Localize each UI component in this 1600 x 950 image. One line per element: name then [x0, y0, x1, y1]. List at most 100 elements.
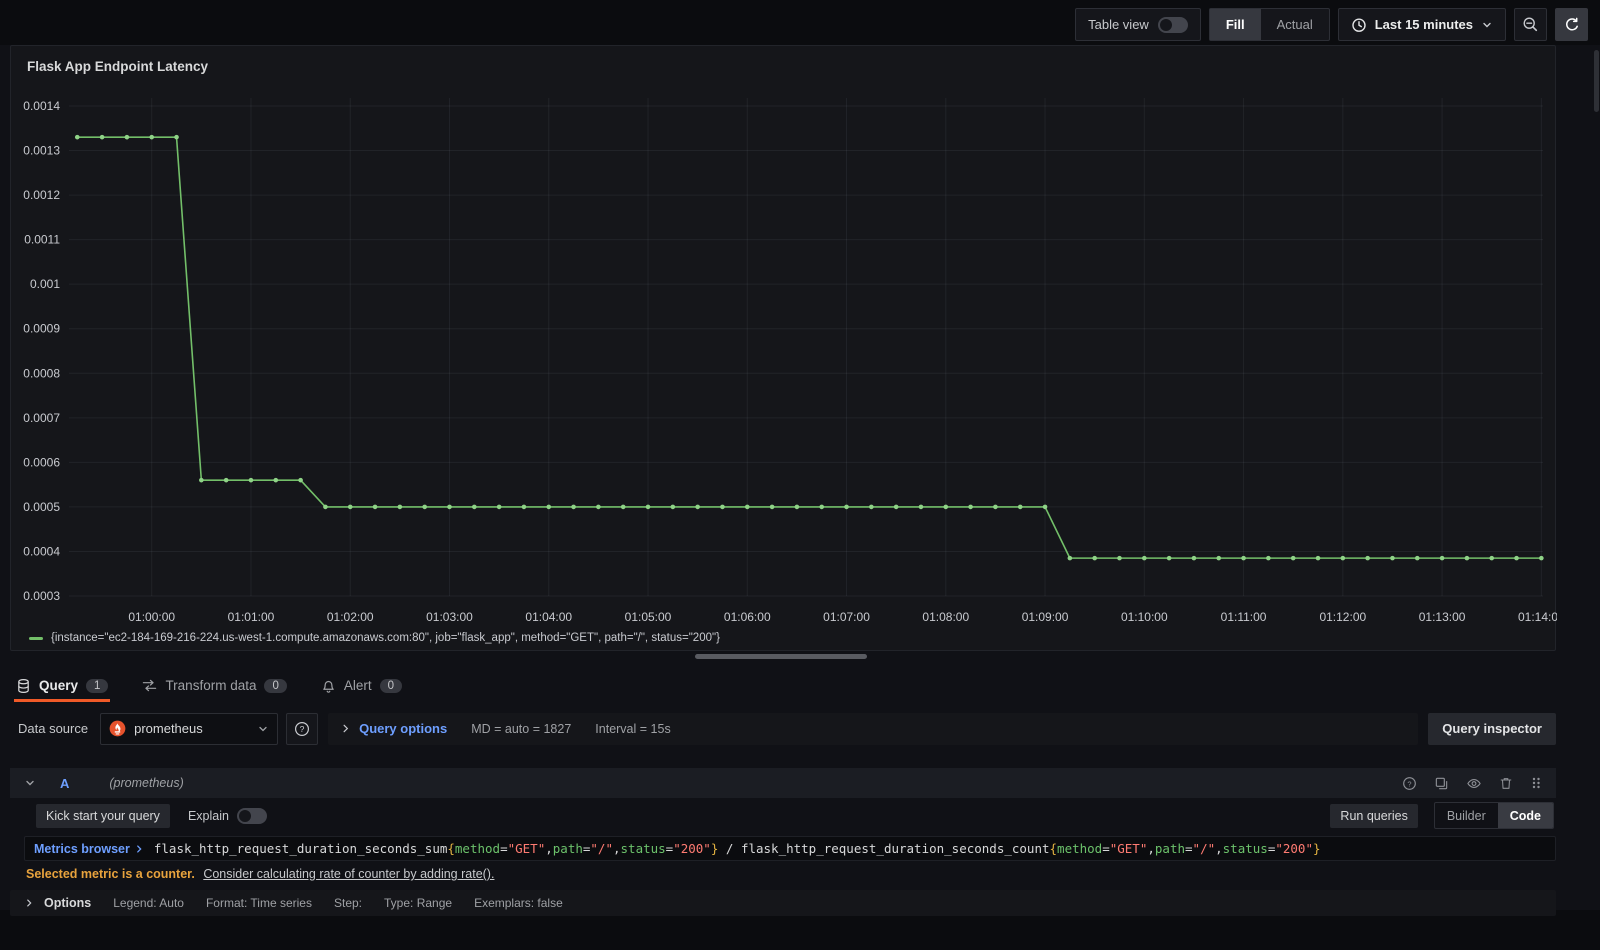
- builder-button[interactable]: Builder: [1435, 803, 1498, 828]
- svg-text:0.0012: 0.0012: [23, 188, 60, 202]
- datasource-help-button[interactable]: ?: [286, 712, 319, 745]
- actual-button[interactable]: Actual: [1261, 9, 1329, 40]
- prometheus-logo-icon: [109, 720, 126, 737]
- metrics-browser-label: Metrics browser: [34, 841, 130, 856]
- query-inspector-button[interactable]: Query inspector: [1428, 712, 1556, 745]
- query-ref-id: A: [60, 775, 70, 791]
- latency-chart: 0.0014 0.0013 0.0012 0.0011 0.001 0.0009 0.000…: [23, 98, 1557, 624]
- query-help-icon[interactable]: ?: [1402, 776, 1417, 791]
- chevron-down-icon: [257, 723, 269, 735]
- svg-text:01:13:00: 01:13:00: [1419, 610, 1466, 624]
- svg-text:0.0014: 0.0014: [23, 99, 60, 113]
- table-view-toggle[interactable]: [1157, 16, 1188, 33]
- svg-text:01:03:00: 01:03:00: [426, 610, 473, 624]
- option-format: Format: Time series: [205, 896, 312, 910]
- options-expander[interactable]: Options: [24, 896, 91, 910]
- query-options-bar: Query options MD = auto = 1827 Interval …: [328, 712, 1419, 745]
- query-row-actions: ?: [1402, 776, 1542, 791]
- chevron-down-icon: [1481, 19, 1493, 31]
- editor-tabs: Query 1 Transform data 0 Alert 0: [14, 669, 404, 702]
- warning-text: Selected metric is a counter.: [26, 867, 195, 881]
- counter-warning: Selected metric is a counter. Consider c…: [26, 867, 1556, 881]
- table-view-control: Table view: [1075, 8, 1201, 41]
- tab-alert-badge: 0: [379, 678, 403, 693]
- tab-query-badge: 1: [86, 678, 109, 693]
- panel-resize-handle[interactable]: [695, 654, 867, 659]
- svg-text:01:01:00: 01:01:00: [228, 610, 275, 624]
- svg-text:01:11:00: 01:11:00: [1221, 610, 1267, 624]
- time-range-label: Last 15 minutes: [1374, 17, 1473, 32]
- fill-actual-group: Fill Actual: [1208, 8, 1330, 41]
- svg-text:0.0005: 0.0005: [23, 500, 60, 514]
- editor-actions-row: Kick start your query Explain Run querie…: [36, 802, 1554, 829]
- panel-edit-toolbar: Table view Fill Actual Last 15 minutes: [1075, 8, 1588, 41]
- svg-text:01:04:00: 01:04:00: [525, 610, 572, 624]
- tab-query[interactable]: Query 1: [14, 669, 111, 702]
- svg-text:01:14:00: 01:14:00: [1518, 610, 1557, 624]
- editor-right-actions: Run queries Builder Code: [1330, 802, 1554, 829]
- svg-text:0.0007: 0.0007: [23, 411, 60, 425]
- bell-icon: [321, 678, 336, 694]
- option-exemplars: Exemplars: false: [474, 896, 563, 910]
- zoom-out-button[interactable]: [1514, 8, 1547, 41]
- time-series-panel: Flask App Endpoint Latency 0.0014 0.0013 0…: [10, 45, 1557, 651]
- bottom-strip: [0, 910, 1600, 950]
- promql-expression-input[interactable]: flask_http_request_duration_seconds_sum{…: [154, 841, 1321, 856]
- database-icon: [16, 678, 31, 694]
- query-editor: Kick start your query Explain Run querie…: [10, 798, 1556, 916]
- max-data-points-value: MD = auto = 1827: [471, 721, 572, 736]
- table-view-label: Table view: [1088, 17, 1149, 32]
- duplicate-query-icon[interactable]: [1434, 776, 1449, 791]
- transform-icon: [142, 678, 157, 693]
- svg-text:0.0003: 0.0003: [23, 589, 60, 603]
- panel-title: Flask App Endpoint Latency: [27, 59, 209, 74]
- explain-label: Explain: [187, 808, 229, 823]
- vertical-scrollbar-thumb[interactable]: [1594, 50, 1599, 112]
- explain-control: Explain: [187, 807, 267, 824]
- builder-code-group: Builder Code: [1433, 802, 1554, 829]
- svg-text:0.0013: 0.0013: [23, 144, 60, 158]
- tab-query-label: Query: [39, 678, 79, 693]
- svg-text:?: ?: [1407, 779, 1411, 788]
- delete-query-trash-icon[interactable]: [1499, 776, 1513, 791]
- svg-text:01:10:00: 01:10:00: [1121, 610, 1168, 624]
- datasource-row: Data source prometheus ? Query options M…: [18, 712, 1556, 745]
- drag-handle-icon[interactable]: [1530, 776, 1542, 790]
- svg-text:01:06:00: 01:06:00: [724, 610, 771, 624]
- svg-text:01:02:00: 01:02:00: [327, 610, 374, 624]
- warning-rate-hint-link[interactable]: Consider calculating rate of counter by …: [203, 867, 494, 881]
- fill-button[interactable]: Fill: [1209, 9, 1261, 40]
- svg-text:0.0009: 0.0009: [23, 322, 60, 336]
- svg-text:?: ?: [300, 724, 305, 734]
- svg-text:01:12:00: 01:12:00: [1319, 610, 1366, 624]
- datasource-select[interactable]: prometheus: [100, 712, 279, 745]
- svg-text:0.0006: 0.0006: [23, 455, 60, 469]
- collapse-chevron-icon[interactable]: [24, 777, 36, 789]
- refresh-button[interactable]: [1555, 8, 1588, 41]
- svg-text:01:08:00: 01:08:00: [922, 610, 969, 624]
- legend-label: {instance="ec2-184-169-216-224.us-west-1…: [51, 632, 720, 644]
- svg-text:01:07:00: 01:07:00: [823, 610, 870, 624]
- hide-response-eye-icon[interactable]: [1466, 776, 1482, 791]
- option-step: Step:: [333, 896, 363, 910]
- query-row-header[interactable]: A (prometheus) ?: [10, 768, 1556, 798]
- svg-text:01:09:00: 01:09:00: [1022, 610, 1069, 624]
- datasource-selected-value: prometheus: [134, 721, 203, 736]
- svg-text:01:00:00: 01:00:00: [128, 610, 175, 624]
- query-options-link[interactable]: Query options: [359, 721, 447, 736]
- query-options-summary-row: Options Legend: Auto Format: Time series…: [10, 890, 1556, 916]
- legend-item[interactable]: {instance="ec2-184-169-216-224.us-west-1…: [29, 632, 720, 644]
- option-legend: Legend: Auto: [113, 896, 184, 910]
- tab-alert[interactable]: Alert 0: [319, 669, 404, 702]
- options-label: Options: [44, 896, 92, 910]
- explain-toggle[interactable]: [236, 807, 267, 824]
- series-color-dash: [29, 636, 43, 640]
- tab-transform-data[interactable]: Transform data 0: [140, 669, 288, 702]
- tab-transform-label: Transform data: [165, 678, 257, 693]
- time-range-picker[interactable]: Last 15 minutes: [1337, 8, 1506, 41]
- code-button[interactable]: Code: [1497, 803, 1553, 828]
- option-type: Type: Range: [384, 896, 453, 910]
- metrics-browser-button[interactable]: Metrics browser: [34, 842, 144, 856]
- kick-start-query-button[interactable]: Kick start your query: [36, 803, 170, 828]
- run-queries-button[interactable]: Run queries: [1330, 803, 1418, 828]
